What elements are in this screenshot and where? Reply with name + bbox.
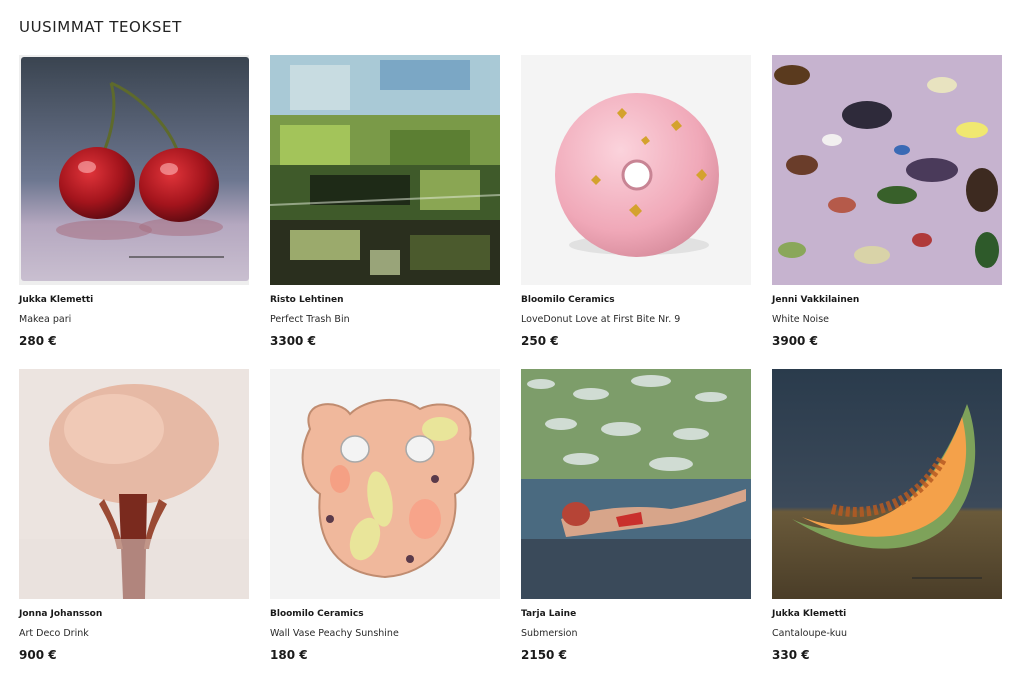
row-spacer	[521, 349, 751, 369]
artist-name[interactable]: Jenni Vakkilainen	[772, 294, 1002, 306]
artwork-image-swimmer[interactable]	[521, 369, 751, 599]
artwork-price: 3900 €	[772, 334, 818, 348]
artwork-card[interactable]: Jenni Vakkilainen White Noise 3900 €	[772, 55, 1002, 349]
artwork-card[interactable]: Risto Lehtinen Perfect Trash Bin 3300 €	[270, 55, 500, 349]
artwork-title[interactable]: Cantaloupe-kuu	[772, 627, 1002, 640]
artwork-card[interactable]: Bloomilo Ceramics LoveDonut Love at Firs…	[521, 55, 751, 349]
artwork-card[interactable]: Tarja Laine Submersion 2150 €	[521, 369, 751, 663]
artwork-image-cherries[interactable]	[19, 55, 249, 285]
artwork-image-cantaloupe[interactable]	[772, 369, 1002, 599]
artist-name[interactable]: Bloomilo Ceramics	[521, 294, 751, 306]
artist-name[interactable]: Tarja Laine	[521, 608, 751, 620]
artwork-card[interactable]: Jonna Johansson Art Deco Drink 900 €	[19, 369, 249, 663]
ceramic-donut-icon	[521, 55, 751, 285]
abstract-lilac-painting-icon	[772, 55, 1002, 285]
artwork-card[interactable]: Jukka Klemetti Makea pari 280 €	[19, 55, 249, 349]
artist-name[interactable]: Jukka Klemetti	[19, 294, 249, 306]
artwork-title[interactable]: Art Deco Drink	[19, 627, 249, 640]
artwork-title[interactable]: Perfect Trash Bin	[270, 313, 500, 326]
artwork-title[interactable]: White Noise	[772, 313, 1002, 326]
artwork-price: 180 €	[270, 648, 308, 662]
artwork-price: 2150 €	[521, 648, 567, 662]
artwork-image-ceramic-wall-vase[interactable]	[270, 369, 500, 599]
artwork-image-abstract-landscape[interactable]	[270, 55, 500, 285]
artwork-title[interactable]: Makea pari	[19, 313, 249, 326]
swimmer-painting-icon	[521, 369, 751, 599]
abstract-landscape-painting-icon	[270, 55, 500, 285]
artwork-grid: Jukka Klemetti Makea pari 280 € Risto Le…	[19, 55, 1002, 663]
artwork-image-ceramic-donut[interactable]	[521, 55, 751, 285]
cantaloupe-painting-icon	[772, 369, 1002, 599]
artwork-card[interactable]: Jukka Klemetti Cantaloupe-kuu 330 €	[772, 369, 1002, 663]
artwork-price: 250 €	[521, 334, 559, 348]
artwork-price: 280 €	[19, 334, 57, 348]
cherries-painting-icon	[19, 55, 249, 285]
row-spacer	[270, 349, 500, 369]
artwork-title[interactable]: Wall Vase Peachy Sunshine	[270, 627, 500, 640]
abstract-beige-painting-icon	[19, 369, 249, 599]
artwork-price: 330 €	[772, 648, 810, 662]
page-title: UUSIMMAT TEOKSET	[19, 18, 182, 36]
artwork-title[interactable]: Submersion	[521, 627, 751, 640]
artist-name[interactable]: Jukka Klemetti	[772, 608, 1002, 620]
row-spacer	[772, 349, 1002, 369]
artwork-price: 900 €	[19, 648, 57, 662]
artist-name[interactable]: Bloomilo Ceramics	[270, 608, 500, 620]
artwork-price: 3300 €	[270, 334, 316, 348]
artwork-card[interactable]: Bloomilo Ceramics Wall Vase Peachy Sunsh…	[270, 369, 500, 663]
artwork-image-abstract-lilac[interactable]	[772, 55, 1002, 285]
artist-name[interactable]: Jonna Johansson	[19, 608, 249, 620]
ceramic-wall-vase-icon	[270, 369, 500, 599]
artist-name[interactable]: Risto Lehtinen	[270, 294, 500, 306]
row-spacer	[19, 349, 249, 369]
artwork-image-abstract-beige[interactable]	[19, 369, 249, 599]
artwork-title[interactable]: LoveDonut Love at First Bite Nr. 9	[521, 313, 751, 326]
